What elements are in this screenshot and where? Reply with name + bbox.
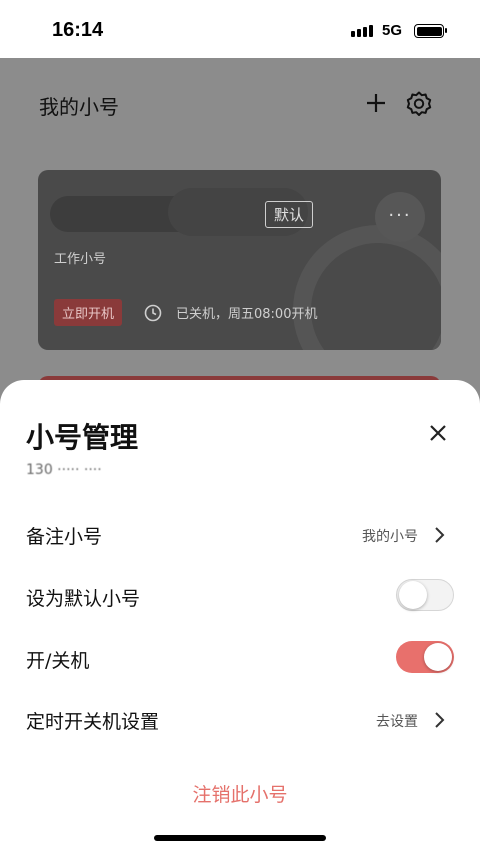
close-icon[interactable]	[427, 422, 449, 444]
scheduled-power-row[interactable]: 定时开关机设置 去设置	[0, 695, 480, 745]
clock-icon	[144, 304, 162, 322]
home-indicator[interactable]	[154, 835, 326, 841]
chevron-right-icon	[435, 527, 445, 543]
page-title: 我的小号	[39, 95, 119, 119]
row-label: 定时开关机设置	[26, 711, 160, 733]
row-label: 开/关机	[26, 650, 90, 672]
sheet-title: 小号管理	[26, 421, 139, 454]
plus-icon[interactable]	[365, 92, 387, 114]
set-default-toggle[interactable]	[396, 579, 454, 611]
cancel-account-button[interactable]: 注销此小号	[0, 780, 480, 807]
power-on-button[interactable]: 立即开机	[54, 299, 123, 326]
row-value: 去设置	[376, 714, 418, 730]
remark-account-row[interactable]: 备注小号 我的小号	[0, 510, 480, 560]
default-badge: 默认	[265, 201, 314, 228]
signal-icon	[351, 25, 373, 37]
power-toggle[interactable]	[396, 641, 454, 673]
card-status-text: 已关机，周五08:00开机	[176, 307, 318, 322]
account-management-sheet: 小号管理 130 ····· ···· 备注小号 我的小号 设为默认小号 开/关…	[0, 380, 480, 853]
row-label: 备注小号	[26, 526, 103, 548]
card-account-name: 工作小号	[54, 252, 107, 267]
row-value: 我的小号	[362, 529, 418, 545]
row-label: 设为默认小号	[26, 588, 141, 610]
gear-icon[interactable]	[405, 90, 433, 118]
account-card[interactable]: 默认 ··· 工作小号 立即开机 已关机，周五08:00开机	[38, 170, 441, 350]
status-bar: 16:14 5G	[0, 0, 480, 58]
more-button[interactable]: ···	[375, 192, 425, 242]
chevron-right-icon	[435, 712, 445, 728]
set-default-row: 设为默认小号	[0, 572, 480, 622]
battery-icon	[414, 24, 447, 38]
status-time: 16:14	[52, 19, 104, 41]
power-row: 开/关机	[0, 634, 480, 684]
phone-number: 130 ····· ····	[26, 462, 102, 478]
network-type: 5G	[382, 22, 403, 39]
